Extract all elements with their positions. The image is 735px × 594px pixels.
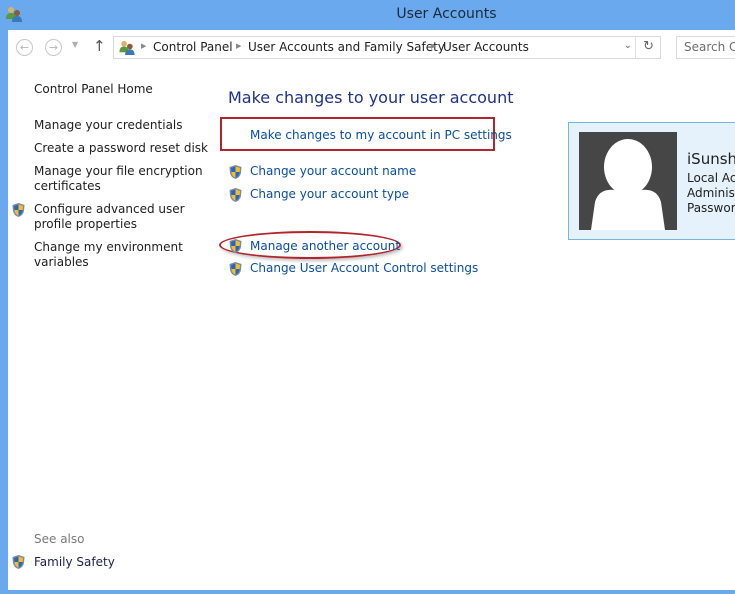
breadcrumb-separator-icon[interactable]: ▶ [141, 42, 146, 50]
arrow-up-icon: ↑ [93, 37, 106, 55]
change-account-name-link[interactable]: Change your account name [250, 164, 416, 178]
uac-shield-icon [12, 555, 25, 569]
uac-shield-icon [12, 203, 25, 217]
uac-shield-icon [229, 262, 242, 276]
sidebar-manage-credentials[interactable]: Manage your credentials [34, 118, 183, 133]
sidebar-file-encryption-certificates[interactable]: Manage your file encryption certificates [34, 164, 203, 194]
navigation-bar: ← → ▼ ↑ ▶ Control Panel ▶ User Accounts … [8, 30, 735, 66]
breadcrumb-separator-icon[interactable]: ▶ [431, 42, 436, 50]
pc-settings-link[interactable]: Make changes to my account in PC setting… [250, 128, 512, 142]
sidebar-control-panel-home[interactable]: Control Panel Home [34, 82, 153, 97]
control-panel-window: ← → ▼ ↑ ▶ Control Panel ▶ User Accounts … [8, 30, 735, 590]
breadcrumb-user-accounts[interactable]: User Accounts [443, 40, 529, 54]
breadcrumb-user-accounts-family-safety[interactable]: User Accounts and Family Safety [248, 40, 445, 54]
chevron-down-icon: ▼ [72, 40, 79, 49]
back-button[interactable]: ← [16, 39, 33, 56]
manage-another-account-link[interactable]: Manage another account [250, 239, 400, 253]
account-profile-card: iSunsh Local Acc Administ Password [568, 122, 735, 240]
title-bar: User Accounts [0, 0, 735, 30]
profile-account-type: Local Acc [687, 171, 735, 185]
address-bar[interactable]: ▶ Control Panel ▶ User Accounts and Fami… [113, 36, 661, 59]
up-button[interactable]: ↑ [93, 37, 106, 55]
control-panel-icon [119, 40, 135, 56]
user-avatar [579, 132, 677, 230]
breadcrumb-control-panel[interactable]: Control Panel [153, 40, 233, 54]
uac-shield-icon [229, 188, 242, 202]
sidebar-environment-variables[interactable]: Change my environment variables [34, 240, 183, 270]
forward-button[interactable]: → [45, 39, 62, 56]
search-input[interactable]: Search Co [676, 36, 735, 59]
arrow-left-icon: ← [19, 41, 30, 54]
profile-name: iSunsh [687, 150, 735, 168]
sidebar: Control Panel Home Manage your credentia… [8, 66, 208, 590]
link-line: Change my environment [34, 240, 183, 254]
breadcrumb-separator-icon[interactable]: ▶ [236, 42, 241, 50]
see-also-label: See also [34, 532, 85, 546]
address-dropdown-icon[interactable]: ⌄ [624, 40, 632, 51]
link-line: certificates [34, 179, 101, 193]
change-account-type-link[interactable]: Change your account type [250, 187, 409, 201]
link-line: Configure advanced user [34, 202, 185, 216]
recent-locations-button[interactable]: ▼ [72, 40, 78, 49]
window-title: User Accounts [396, 6, 497, 22]
uac-shield-icon [229, 239, 242, 253]
uac-settings-link[interactable]: Change User Account Control settings [250, 261, 478, 275]
sidebar-password-reset-disk[interactable]: Create a password reset disk [34, 141, 208, 156]
link-line: variables [34, 255, 89, 269]
link-line: Manage your file encryption [34, 164, 203, 178]
refresh-icon[interactable]: ↻ [643, 39, 654, 54]
profile-role: Administ [687, 186, 735, 200]
default-user-avatar-icon [591, 139, 665, 230]
profile-password-status: Password [687, 201, 735, 215]
page-heading: Make changes to your user account [228, 88, 514, 107]
link-line: profile properties [34, 217, 137, 231]
arrow-right-icon: → [48, 41, 59, 54]
uac-shield-icon [229, 165, 242, 179]
family-safety-link[interactable]: Family Safety [34, 555, 115, 569]
sidebar-advanced-user-profile[interactable]: Configure advanced user profile properti… [34, 202, 185, 232]
address-divider [635, 37, 636, 58]
